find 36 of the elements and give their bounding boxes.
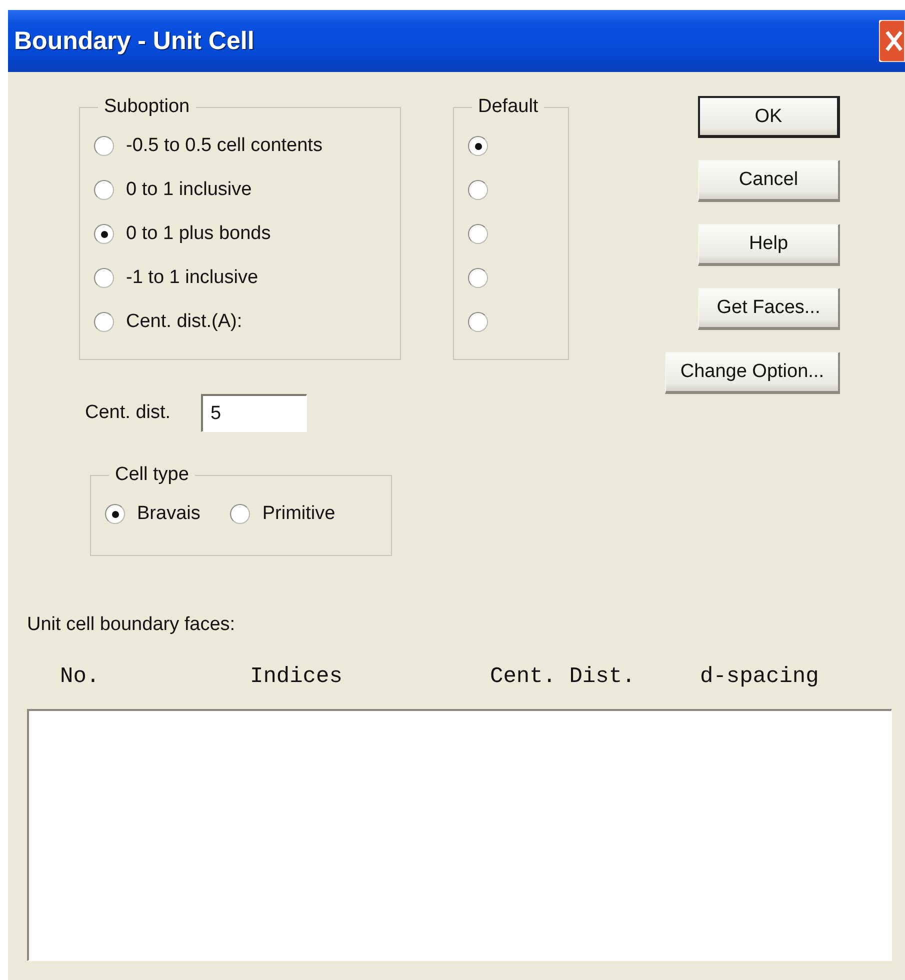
dialog-button[interactable]: Cancel [698,160,840,202]
input-field[interactable]: 5 [200,394,307,432]
column-header: Cent. Dist. [490,664,636,689]
dialog-button[interactable]: OK [698,96,840,138]
column-header: No. [60,664,101,689]
section-label: Unit cell boundary faces: [27,614,236,636]
close-icon[interactable] [879,20,905,62]
column-header: d-spacing [700,664,820,689]
dialog-button[interactable]: Get Faces... [698,288,840,330]
group-title: Default [477,96,540,118]
column-header: Indices [250,664,344,689]
radio-button[interactable] [94,312,114,332]
radio-button[interactable] [94,224,114,244]
radio-label: Bravais [137,503,200,525]
radio-button[interactable] [94,136,114,156]
radio-button[interactable] [230,504,250,524]
radio-button[interactable] [468,180,488,200]
radio-button[interactable] [94,180,114,200]
radio-label: 0 to 1 inclusive [126,179,252,201]
radio-label: -1 to 1 inclusive [126,267,258,289]
field-label: Cent. dist. [85,402,171,424]
radio-label: 0 to 1 plus bonds [126,223,271,245]
radio-button[interactable] [468,312,488,332]
radio-button[interactable] [468,268,488,288]
group-title: Suboption [103,96,191,118]
dialog-button[interactable]: Change Option... [665,352,840,394]
window-title: Boundary - Unit Cell [14,26,254,56]
dialog-button[interactable]: Help [698,224,840,266]
radio-label: -0.5 to 0.5 cell contents [126,135,322,157]
radio-label: Cent. dist.(A): [126,311,242,333]
radio-button[interactable] [105,504,125,524]
radio-button[interactable] [94,268,114,288]
radio-label: Primitive [262,503,336,525]
radio-button[interactable] [468,224,488,244]
group-title: Cell type [114,464,190,486]
radio-button[interactable] [468,136,488,156]
